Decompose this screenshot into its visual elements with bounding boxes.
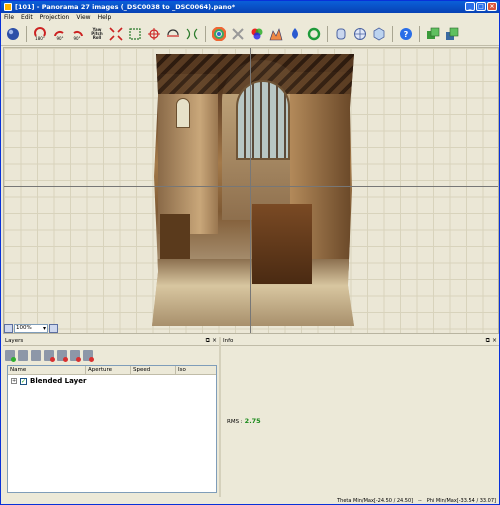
add-layer-icon[interactable] — [5, 349, 16, 362]
title-bar[interactable]: [101] - Panorama 27 images (_DSC0038 to … — [1, 1, 499, 13]
phi-readout: Phi Min/Max[-33.54 / 33.07] — [426, 497, 496, 504]
zoom-out-icon[interactable] — [4, 323, 13, 333]
toolbar-separator — [26, 25, 27, 42]
drop-icon[interactable] — [287, 26, 303, 42]
info-panel: Info ⧉ × RMS : 2.75 — [221, 337, 499, 495]
fit-icon[interactable] — [108, 26, 124, 42]
menu-projection[interactable]: Projection — [40, 14, 70, 21]
svg-text:90°: 90° — [56, 36, 63, 41]
panel-float-icon[interactable]: ⧉ — [206, 337, 210, 345]
rgb-icon[interactable] — [249, 26, 265, 42]
maximize-button[interactable]: □ — [476, 2, 486, 11]
layers-panel-title: Layers — [5, 338, 24, 344]
cross-icon[interactable] — [230, 26, 246, 42]
menu-help[interactable]: Help — [98, 14, 112, 21]
menu-file[interactable]: File — [4, 14, 14, 21]
zoom-control: 100% — [4, 323, 58, 333]
export-icon[interactable] — [425, 26, 441, 42]
move-icon[interactable] — [146, 26, 162, 42]
panorama-canvas[interactable] — [3, 47, 499, 334]
rotate-180-button[interactable]: 180° — [32, 26, 48, 42]
menu-view[interactable]: View — [76, 14, 90, 21]
theta-readout: Theta Min/Max[-24.50 / 24.50] — [337, 497, 414, 504]
zoom-select[interactable]: 100% — [14, 323, 48, 333]
svg-text:180°: 180° — [35, 36, 45, 41]
horizon-icon[interactable] — [165, 26, 181, 42]
layer-visible-checkbox[interactable]: ✓ — [20, 377, 27, 385]
rotate-90-cw-button[interactable]: 90° — [51, 26, 67, 42]
svg-text:90°: 90° — [73, 36, 80, 41]
stained-glass-window — [236, 80, 290, 160]
vertical-guide-line[interactable] — [250, 48, 251, 333]
svg-text:?: ? — [404, 30, 409, 39]
zoom-in-icon[interactable] — [49, 323, 58, 333]
column-speed[interactable]: Speed — [131, 366, 176, 374]
column-name[interactable]: Name — [8, 366, 86, 374]
column-aperture[interactable]: Aperture — [86, 366, 131, 374]
toolbar-separator — [419, 25, 420, 42]
help-icon[interactable]: ? — [398, 26, 414, 42]
panel-close-icon[interactable]: × — [212, 337, 217, 345]
app-icon — [4, 3, 12, 11]
refresh-icon[interactable] — [306, 26, 322, 42]
histogram-icon[interactable] — [268, 26, 284, 42]
color-wheel-icon[interactable] — [211, 26, 227, 42]
app-window: [101] - Panorama 27 images (_DSC0038 to … — [0, 0, 500, 505]
layers-panel: Layers ⧉ × Name Aperture Speed Iso + ✓ B… — [3, 337, 219, 495]
panel-close-icon[interactable]: × — [492, 337, 497, 345]
rotate-90-ccw-button[interactable]: 90° — [70, 26, 86, 42]
sphere-icon[interactable] — [5, 26, 21, 42]
cube-icon[interactable] — [371, 26, 387, 42]
menu-bar: File Edit Projection View Help — [1, 13, 499, 22]
layer-properties-icon[interactable] — [31, 349, 41, 361]
layers-panel-header: Layers ⧉ × — [3, 337, 219, 346]
toolbar-separator — [205, 25, 206, 42]
batch-export-icon[interactable] — [444, 26, 460, 42]
expand-icon[interactable]: + — [11, 378, 17, 384]
remove-layer-icon[interactable] — [44, 349, 55, 362]
cylinder-icon[interactable] — [333, 26, 349, 42]
layers-table: Name Aperture Speed Iso + ✓ Blended Laye… — [7, 365, 217, 493]
rms-value: 2.75 — [244, 417, 261, 425]
column-iso[interactable]: Iso — [176, 366, 216, 374]
main-toolbar: 180° 90° 90° Yaw Pitch Roll ? — [1, 22, 499, 46]
toolbar-separator — [327, 25, 328, 42]
close-button[interactable]: × — [487, 2, 497, 11]
yaw-pitch-roll-button[interactable]: Yaw Pitch Roll — [89, 26, 105, 42]
window-title: [101] - Panorama 27 images (_DSC0038 to … — [15, 3, 236, 11]
layers-table-header: Name Aperture Speed Iso — [8, 366, 216, 375]
roll-label: Roll — [92, 34, 102, 40]
status-bar: Theta Min/Max[-24.50 / 24.50] -- Phi Min… — [1, 496, 499, 505]
clear-layers-icon[interactable] — [70, 349, 81, 362]
layers-toolbar — [3, 347, 219, 363]
status-separator: -- — [418, 497, 422, 504]
layer-name: Blended Layer — [30, 377, 87, 385]
rms-label: RMS : — [227, 419, 243, 425]
panorama-preview[interactable] — [152, 54, 354, 326]
horizon-guide-line[interactable] — [4, 186, 498, 187]
crop-icon[interactable] — [127, 26, 143, 42]
globe-icon[interactable] — [352, 26, 368, 42]
table-row[interactable]: + ✓ Blended Layer — [8, 376, 216, 386]
delete-all-icon[interactable] — [83, 349, 94, 362]
info-panel-title: Info — [223, 338, 234, 344]
menu-edit[interactable]: Edit — [21, 14, 33, 21]
remove-layer-alt-icon[interactable] — [57, 349, 68, 362]
duplicate-layer-icon[interactable] — [18, 349, 28, 361]
info-panel-header: Info ⧉ × — [221, 337, 499, 346]
stretch-icon[interactable] — [184, 26, 200, 42]
minimize-button[interactable]: _ — [465, 2, 475, 11]
toolbar-separator — [392, 25, 393, 42]
panel-float-icon[interactable]: ⧉ — [486, 337, 490, 345]
rms-readout: RMS : 2.75 — [227, 417, 261, 425]
